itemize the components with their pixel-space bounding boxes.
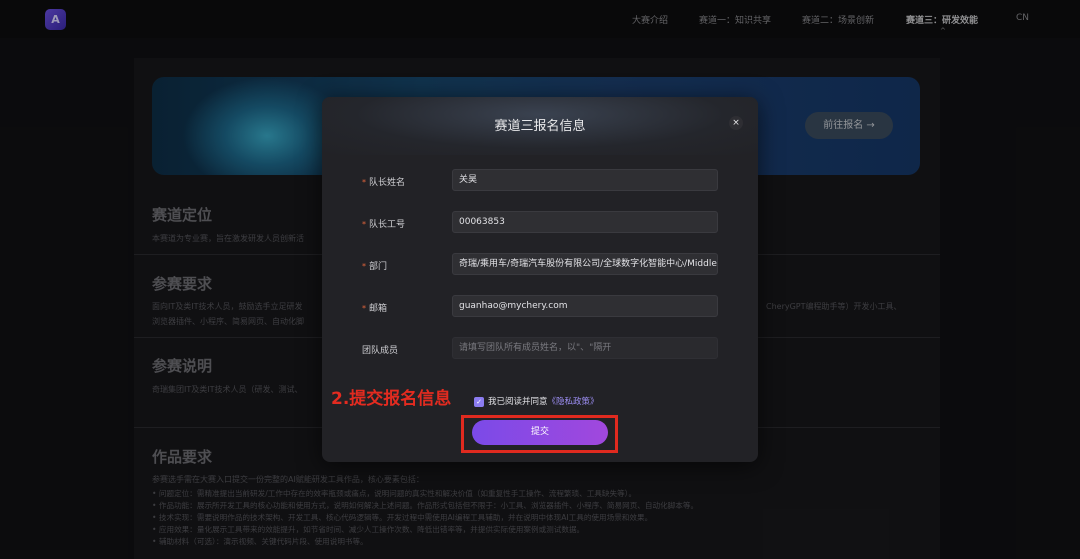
annotation-highlight-box	[461, 415, 618, 453]
leader-id-input[interactable]: 00063853	[452, 211, 718, 233]
required-mark: *	[362, 262, 366, 271]
privacy-agreement[interactable]: ✓ 我已阅读并同意《隐私政策》	[474, 395, 599, 407]
field-label-email: * 邮箱	[362, 304, 388, 314]
agree-text: 我已阅读并同意	[488, 397, 548, 407]
team-members-input[interactable]: 请填写团队所有成员姓名，以"、"隔开	[452, 337, 718, 359]
privacy-policy-link[interactable]: 《隐私政策》	[548, 397, 599, 407]
annotation-label: 2.提交报名信息	[331, 389, 452, 409]
required-mark: *	[362, 178, 366, 187]
close-icon[interactable]: ×	[729, 116, 743, 130]
field-label-leader-id: * 队长工号	[362, 220, 406, 230]
required-mark: *	[362, 304, 366, 313]
agree-checkbox[interactable]: ✓	[474, 396, 484, 407]
leader-name-input[interactable]: 关昊	[452, 169, 718, 191]
required-mark: *	[362, 220, 366, 229]
department-input[interactable]: 奇瑞/乘用车/奇瑞汽车股份有限公司/全球数字化智能中心/Middle	[452, 253, 718, 275]
email-input[interactable]: guanhao@mychery.com	[452, 295, 718, 317]
modal-title: 赛道三报名信息	[494, 119, 586, 134]
field-label-department: * 部门	[362, 262, 388, 272]
field-label-team-members: 团队成员	[362, 346, 399, 356]
field-label-leader-name: * 队长姓名	[362, 178, 406, 188]
